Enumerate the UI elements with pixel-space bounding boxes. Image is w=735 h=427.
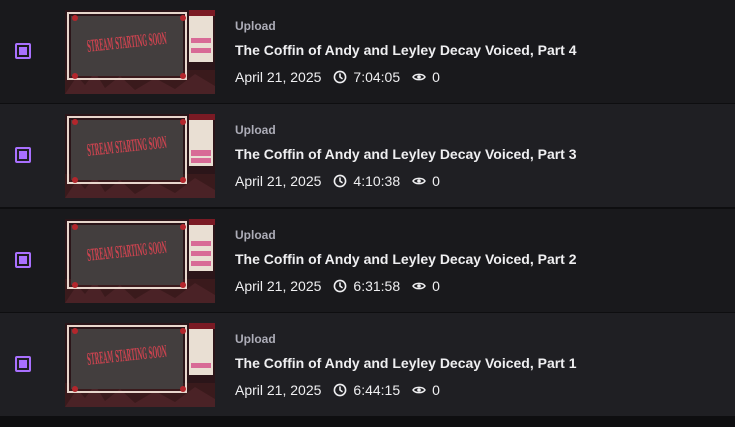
checkbox-checked-icon — [19, 360, 27, 368]
row-divider — [0, 207, 735, 208]
video-views: 0 — [432, 173, 440, 189]
eye-icon — [412, 73, 426, 81]
video-meta: Upload The Coffin of Andy and Leyley Dec… — [235, 104, 725, 207]
video-meta: Upload The Coffin of Andy and Leyley Dec… — [235, 0, 725, 103]
video-thumbnail[interactable]: STREAM STARTING SOON — [65, 219, 215, 303]
video-stats: April 21, 2025 7:04:05 0 — [235, 68, 440, 86]
video-row[interactable]: STREAM STARTING SOON Upload The Coffin o… — [0, 104, 735, 208]
eye-icon — [412, 282, 426, 290]
video-views: 0 — [432, 278, 440, 294]
video-views: 0 — [432, 69, 440, 85]
thumbnail-art: STREAM STARTING SOON — [65, 10, 215, 94]
thumbnail-art: STREAM STARTING SOON — [65, 114, 215, 198]
select-checkbox[interactable] — [15, 147, 31, 163]
video-type-label: Upload — [235, 19, 276, 33]
video-row[interactable]: STREAM STARTING SOON Upload The Coffin o… — [0, 0, 735, 104]
video-views: 0 — [432, 382, 440, 398]
video-meta: Upload The Coffin of Andy and Leyley Dec… — [235, 209, 725, 312]
video-duration: 6:44:15 — [353, 382, 401, 398]
video-stats: April 21, 2025 6:44:15 0 — [235, 381, 440, 399]
video-date: April 21, 2025 — [235, 173, 322, 189]
select-checkbox[interactable] — [15, 43, 31, 59]
video-date: April 21, 2025 — [235, 278, 322, 294]
checkbox-checked-icon — [19, 47, 27, 55]
eye-icon — [412, 177, 426, 185]
clock-icon — [334, 383, 347, 397]
video-title[interactable]: The Coffin of Andy and Leyley Decay Voic… — [235, 42, 577, 58]
video-stats: April 21, 2025 4:10:38 0 — [235, 172, 440, 190]
video-title[interactable]: The Coffin of Andy and Leyley Decay Voic… — [235, 146, 577, 162]
clock-icon — [334, 70, 347, 84]
video-type-label: Upload — [235, 123, 276, 137]
thumbnail-art: STREAM STARTING SOON — [65, 323, 215, 407]
clock-icon — [334, 279, 347, 293]
thumbnail-art: STREAM STARTING SOON — [65, 219, 215, 303]
video-thumbnail[interactable]: STREAM STARTING SOON — [65, 10, 215, 94]
video-duration: 4:10:38 — [353, 173, 401, 189]
video-meta: Upload The Coffin of Andy and Leyley Dec… — [235, 313, 725, 416]
video-type-label: Upload — [235, 228, 276, 242]
video-thumbnail[interactable]: STREAM STARTING SOON — [65, 114, 215, 198]
video-list: STREAM STARTING SOON Upload The Coffin o… — [0, 0, 735, 427]
row-divider — [0, 416, 735, 417]
video-duration: 6:31:58 — [353, 278, 401, 294]
video-row[interactable]: STREAM STARTING SOON Upload The Coffin o… — [0, 313, 735, 417]
eye-icon — [412, 386, 426, 394]
video-stats: April 21, 2025 6:31:58 0 — [235, 277, 440, 295]
video-duration: 7:04:05 — [353, 69, 401, 85]
video-date: April 21, 2025 — [235, 382, 322, 398]
video-title[interactable]: The Coffin of Andy and Leyley Decay Voic… — [235, 355, 577, 371]
select-checkbox[interactable] — [15, 252, 31, 268]
clock-icon — [334, 174, 347, 188]
video-row[interactable]: STREAM STARTING SOON Upload The Coffin o… — [0, 209, 735, 313]
video-date: April 21, 2025 — [235, 69, 322, 85]
video-title[interactable]: The Coffin of Andy and Leyley Decay Voic… — [235, 251, 577, 267]
video-type-label: Upload — [235, 332, 276, 346]
checkbox-checked-icon — [19, 151, 27, 159]
select-checkbox[interactable] — [15, 356, 31, 372]
checkbox-checked-icon — [19, 256, 27, 264]
video-thumbnail[interactable]: STREAM STARTING SOON — [65, 323, 215, 407]
